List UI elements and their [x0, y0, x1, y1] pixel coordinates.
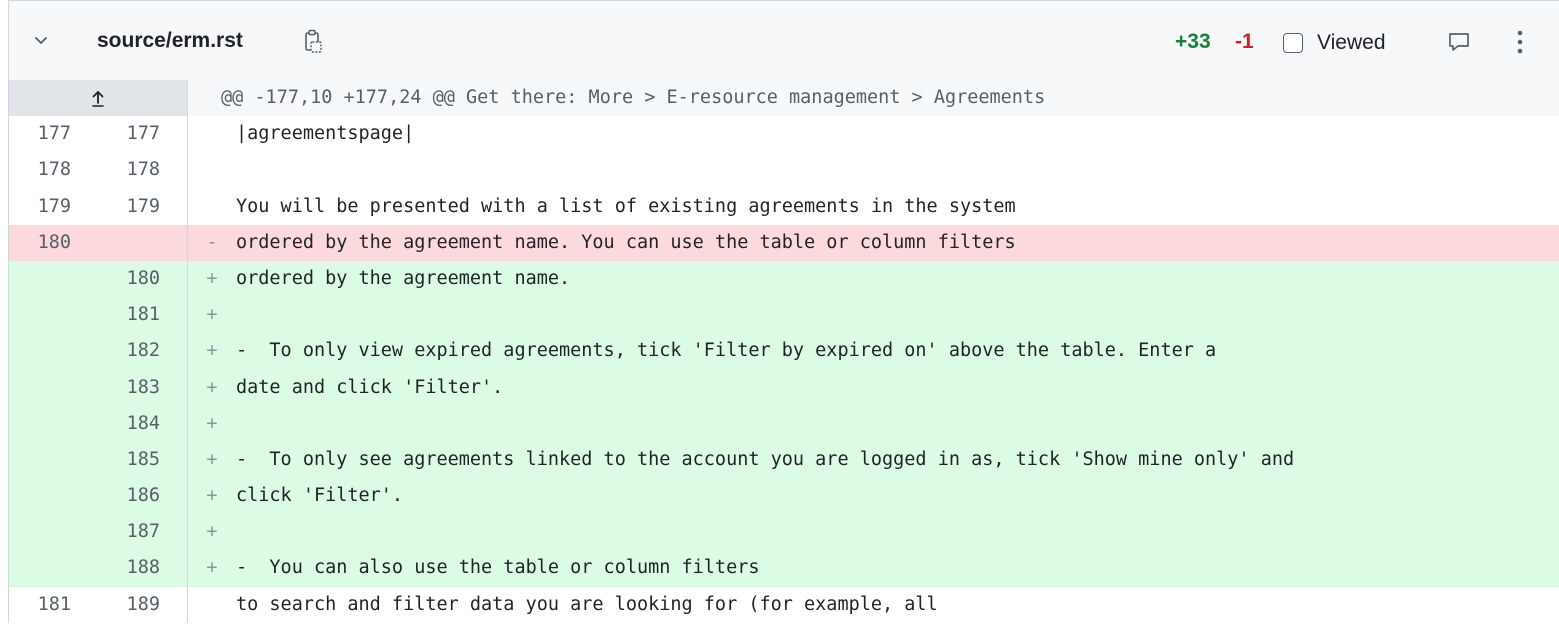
new-line-number[interactable]: 179: [98, 189, 187, 225]
diff-marker: +: [188, 297, 236, 334]
code-line: |agreementspage|: [236, 123, 415, 145]
code-line: click 'Filter'.: [236, 478, 1559, 515]
diff-marker: [188, 587, 236, 623]
copy-icon[interactable]: [301, 29, 325, 55]
diff-marker: +: [188, 441, 236, 479]
diff-marker: +: [188, 369, 236, 406]
new-line-number[interactable]: 177: [98, 116, 187, 152]
diff-marker: +: [188, 405, 236, 442]
new-line-number[interactable]: 181: [98, 297, 187, 334]
diff-line-add: 183 + date and click 'Filter'.: [9, 369, 1559, 406]
diff-marker: +: [188, 478, 236, 515]
diff-marker: +: [188, 550, 236, 587]
diff-marker: +: [188, 514, 236, 551]
code-line: ordered by the agreement name.: [236, 260, 1559, 298]
expand-up-icon[interactable]: [9, 80, 187, 117]
code-line: You will be presented with a list of exi…: [236, 195, 1016, 217]
deletions-count: -1: [1235, 30, 1254, 53]
code-line: [236, 297, 1559, 334]
file-header: source/erm.rst +33 -1 Viewed: [8, 0, 1559, 80]
viewed-label: Viewed: [1317, 31, 1386, 54]
diff-lines: 177 177 |agreementspage| 178 178 179 179 You wi…: [9, 116, 1559, 623]
diff-marker: [188, 152, 236, 188]
old-line-number[interactable]: [9, 478, 98, 515]
old-line-number[interactable]: [9, 441, 98, 479]
old-line-number[interactable]: [9, 514, 98, 551]
diff-marker: +: [188, 260, 236, 298]
code-line: - To only view expired agreements, tick …: [236, 333, 1559, 370]
viewed-toggle[interactable]: Viewed: [1283, 28, 1386, 58]
code-line: [236, 514, 1559, 551]
code-line: to search and filter data you are lookin…: [236, 593, 938, 615]
new-line-number[interactable]: 189: [98, 587, 187, 623]
new-line-number[interactable]: 180: [98, 260, 187, 298]
new-line-number[interactable]: 188: [98, 550, 187, 587]
diff-marker: -: [188, 224, 236, 261]
viewed-checkbox[interactable]: [1283, 33, 1303, 53]
diff-line-add: 188 + - You can also use the table or colu…: [9, 550, 1559, 587]
old-line-number[interactable]: 179: [9, 189, 98, 225]
diff-marker: [188, 116, 236, 152]
diff-line-add: 182 + - To only view expired agreements, t…: [9, 333, 1559, 370]
hunk-header-row: @@ -177,10 +177,24 @@ Get there: More > …: [9, 80, 1559, 117]
diff-marker: +: [188, 333, 236, 370]
code-line: ordered by the agreement name. You can u…: [236, 224, 1559, 261]
code-line: - To only see agreements linked to the a…: [236, 441, 1559, 479]
new-line-number[interactable]: 184: [98, 405, 187, 442]
diff-line-add: 180 + ordered by the agreement name.: [9, 260, 1559, 298]
diff-line-del: 180 - ordered by the agreement name. You c…: [9, 224, 1559, 261]
diff-marker: [188, 189, 236, 225]
old-line-number[interactable]: [9, 405, 98, 442]
diff-line-add: 187 +: [9, 514, 1559, 551]
old-line-number[interactable]: [9, 297, 98, 334]
old-line-number[interactable]: [9, 550, 98, 587]
diff-file-view: source/erm.rst +33 -1 Viewed @@ -177,10 …: [0, 0, 1559, 631]
old-line-number[interactable]: [9, 333, 98, 370]
new-line-number[interactable]: 178: [98, 152, 187, 188]
old-line-number[interactable]: 181: [9, 587, 98, 623]
code-line: date and click 'Filter'.: [236, 369, 1559, 406]
old-line-number[interactable]: [9, 260, 98, 298]
diff-line-add: 185 + - To only see agreements linked to t…: [9, 441, 1559, 479]
new-line-number[interactable]: [98, 224, 187, 261]
diff-line-add: 186 + click 'Filter'.: [9, 478, 1559, 515]
new-line-number[interactable]: 183: [98, 369, 187, 406]
hunk-header-text: @@ -177,10 +177,24 @@ Get there: More > …: [188, 80, 1559, 117]
code-line: - You can also use the table or column f…: [236, 550, 1559, 587]
diff-line-context: 181 189 to search and filter data you are …: [9, 586, 1559, 623]
old-line-number[interactable]: 177: [9, 116, 98, 152]
new-line-number[interactable]: 187: [98, 514, 187, 551]
new-line-number[interactable]: 185: [98, 441, 187, 479]
chevron-down-icon[interactable]: [31, 31, 51, 51]
diff-line-context: 179 179 You will be presented with a list …: [9, 188, 1559, 225]
code-line: [236, 405, 1559, 442]
old-line-number[interactable]: [9, 369, 98, 406]
old-line-number[interactable]: 178: [9, 152, 98, 188]
diff-table: @@ -177,10 +177,24 @@ Get there: More > …: [8, 80, 1559, 623]
diff-line-add: 181 +: [9, 297, 1559, 334]
kebab-icon[interactable]: [1509, 27, 1531, 57]
additions-count: +33: [1175, 30, 1211, 53]
file-path[interactable]: source/erm.rst: [97, 29, 243, 53]
diff-line-context: 178 178: [9, 152, 1559, 189]
new-line-number[interactable]: 186: [98, 478, 187, 515]
diff-line-context: 177 177 |agreementspage|: [9, 116, 1559, 153]
new-line-number[interactable]: 182: [98, 333, 187, 370]
old-line-number[interactable]: 180: [9, 224, 98, 261]
comment-icon[interactable]: [1446, 29, 1472, 55]
diff-line-add: 184 +: [9, 405, 1559, 442]
